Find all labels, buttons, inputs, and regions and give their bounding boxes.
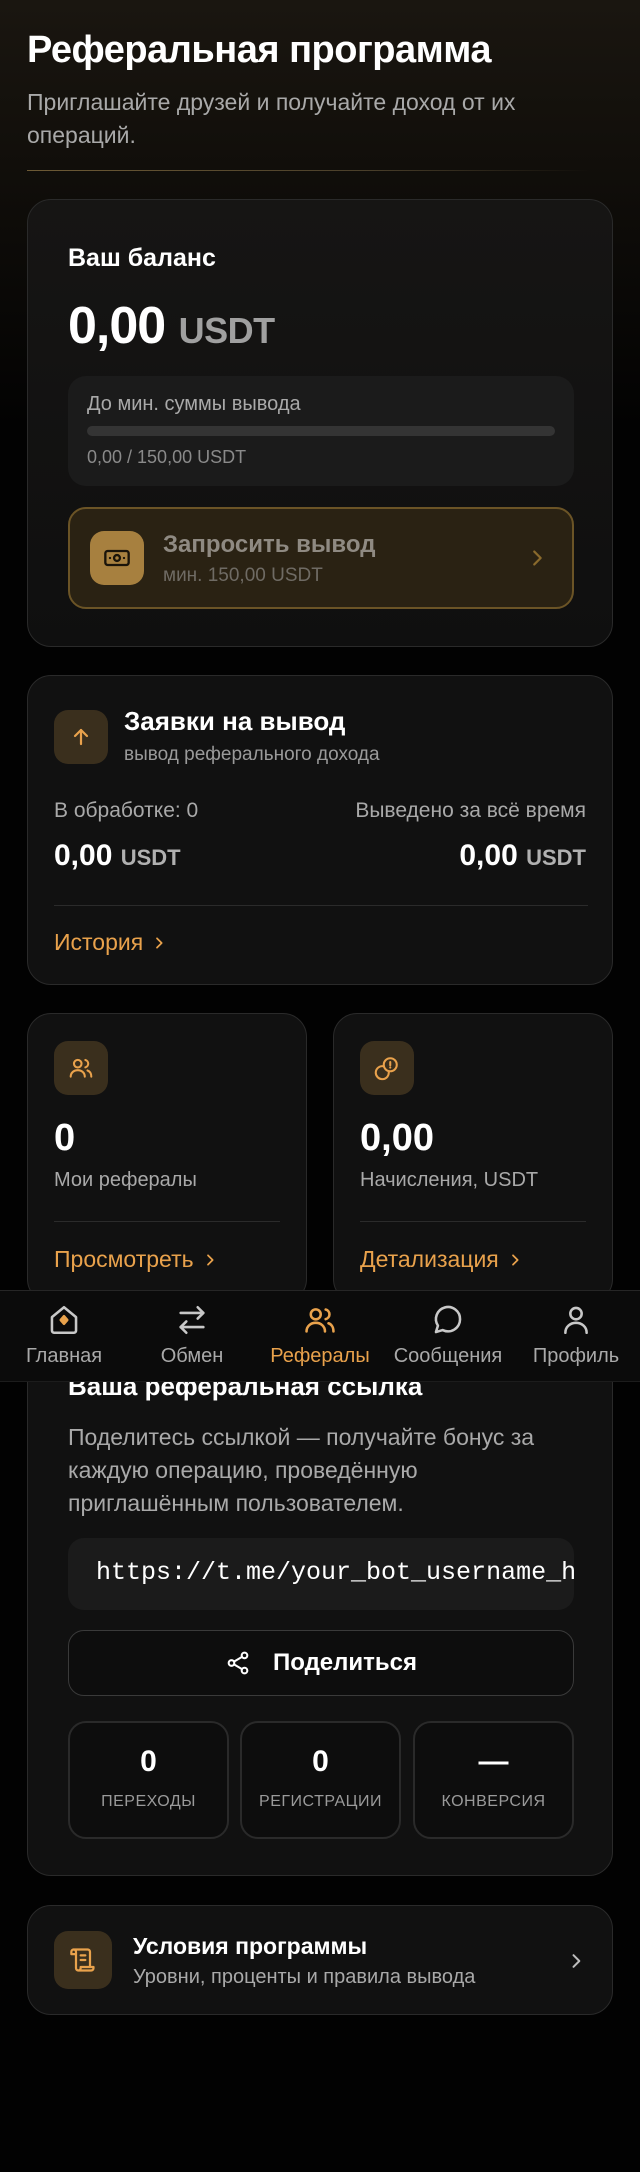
referrals-card: 0 Мои рефералы Просмотреть: [27, 1013, 307, 1303]
share-button-label: Поделиться: [272, 1649, 418, 1676]
nav-item-exchange[interactable]: Обмен: [128, 1291, 256, 1381]
requests-subtitle: вывод реферального дохода: [124, 744, 380, 765]
balance-label: Ваш баланс: [68, 244, 216, 272]
nav-label: Главная: [25, 1345, 103, 1367]
details-link-label: Детализация: [360, 1246, 499, 1272]
nav-label: Обмен: [160, 1345, 224, 1367]
chevron-right-icon: [511, 1253, 519, 1266]
chevron-right-icon: [526, 545, 548, 576]
details-link[interactable]: Детализация: [360, 1246, 523, 1273]
nav-item-home[interactable]: Главная: [0, 1291, 128, 1381]
referrals-count: 0: [54, 1117, 76, 1159]
divider: [360, 1221, 586, 1222]
chevron-right-icon: [206, 1253, 214, 1266]
terms-title: Условия программы: [133, 1933, 368, 1959]
metric-clicks: 0 ПЕРЕХОДЫ: [68, 1721, 229, 1839]
view-referrals-label: Просмотреть: [54, 1246, 194, 1272]
share-button[interactable]: Поделиться: [68, 1630, 574, 1696]
metric-value: —: [478, 1745, 509, 1778]
banknote-icon: [90, 531, 144, 585]
progress-bar: [87, 426, 555, 436]
referral-link-description: Поделитесь ссылкой — получайте бонус за …: [68, 1424, 535, 1516]
divider: [54, 905, 588, 906]
history-link[interactable]: История: [54, 929, 167, 956]
metric-label: РЕГИСТРАЦИИ: [259, 1793, 382, 1810]
accruals-card: 0,00 Начисления, USDT Детализация: [333, 1013, 613, 1303]
referral-link-card: Ваша реферальная ссылка Поделитесь ссылк…: [27, 1340, 613, 1876]
exchange-icon: [175, 1302, 209, 1338]
withdraw-subtitle: мин. 150,00 USDT: [163, 565, 323, 586]
nav-item-referrals[interactable]: Рефералы: [256, 1291, 384, 1381]
total-withdrawn-label: Выведено за всё время: [355, 799, 586, 822]
referral-link-field[interactable]: https://t.me/your_bot_username_here: [68, 1538, 574, 1610]
total-withdrawn-amount: 0,00 USDT: [459, 839, 586, 873]
referrals-label: Мои рефералы: [54, 1169, 197, 1191]
balance-currency: USDT: [178, 310, 276, 351]
header-divider: [27, 170, 590, 171]
terms-subtitle: Уровни, проценты и правила вывода: [133, 1966, 476, 1988]
users-icon: [54, 1041, 108, 1095]
nav-item-profile[interactable]: Профиль: [512, 1291, 640, 1381]
withdraw-title: Запросить вывод: [163, 531, 376, 558]
share-icon: [227, 1651, 249, 1675]
in-process-label: В обработке: 0: [54, 799, 199, 822]
nav-label: Сообщения: [393, 1345, 503, 1367]
nav-label: Рефералы: [270, 1345, 370, 1367]
program-terms-card[interactable]: Условия программы Уровни, проценты и пра…: [27, 1905, 613, 2015]
accruals-value: 0,00: [360, 1117, 434, 1159]
profile-icon: [559, 1302, 593, 1338]
request-withdraw-button[interactable]: Запросить вывод мин. 150,00 USDT: [68, 507, 574, 609]
withdraw-requests-card: Заявки на вывод вывод реферального доход…: [27, 675, 613, 985]
in-process-value: 0,00: [54, 839, 113, 872]
balance-value: 0,00: [68, 297, 166, 355]
metric-value: 0: [140, 1745, 157, 1778]
metric-conversion: — КОНВЕРСИЯ: [413, 1721, 574, 1839]
in-process-amount: 0,00 USDT: [54, 839, 181, 873]
history-link-label: История: [54, 929, 144, 955]
chevron-right-icon: [566, 1948, 586, 1979]
message-icon: [431, 1302, 465, 1338]
home-icon: [47, 1302, 81, 1338]
users-icon: [303, 1302, 337, 1338]
nav-label: Профиль: [532, 1345, 620, 1367]
nav-item-messages[interactable]: Сообщения: [384, 1291, 512, 1381]
progress-value: 0,00 / 150,00 USDT: [87, 447, 247, 467]
withdraw-progress: До мин. суммы вывода 0,00 / 150,00 USDT: [68, 376, 574, 486]
scroll-icon: [54, 1931, 112, 1989]
accruals-label: Начисления, USDT: [360, 1169, 539, 1191]
metric-label: ПЕРЕХОДЫ: [101, 1793, 196, 1810]
balance-amount: 0,00 USDT: [68, 296, 275, 356]
metric-registrations: 0 РЕГИСТРАЦИИ: [240, 1721, 401, 1839]
total-withdrawn-value: 0,00: [459, 839, 518, 872]
page-title: Реферальная программа: [27, 29, 491, 71]
requests-title: Заявки на вывод: [124, 706, 346, 736]
arrow-up-icon: [54, 710, 108, 764]
total-withdrawn-currency: USDT: [526, 845, 586, 870]
in-process-currency: USDT: [120, 845, 181, 870]
page-header: Реферальная программа Приглашайте друзей…: [27, 28, 613, 152]
view-referrals-link[interactable]: Просмотреть: [54, 1246, 218, 1273]
progress-label: До мин. суммы вывода: [87, 393, 301, 415]
bottom-nav: Главная Обмен Рефералы Сообщения Профиль: [0, 1290, 640, 1382]
coins-icon: [360, 1041, 414, 1095]
page-subtitle: Приглашайте друзей и получайте доход от …: [27, 89, 516, 148]
balance-card: Ваш баланс 0,00 USDT До мин. суммы вывод…: [27, 199, 613, 647]
referral-link-text: https://t.me/your_bot_username_here: [96, 1558, 574, 1587]
divider: [54, 1221, 280, 1222]
chevron-right-icon: [156, 936, 163, 949]
metric-value: 0: [312, 1745, 329, 1778]
metric-label: КОНВЕРСИЯ: [441, 1793, 546, 1810]
